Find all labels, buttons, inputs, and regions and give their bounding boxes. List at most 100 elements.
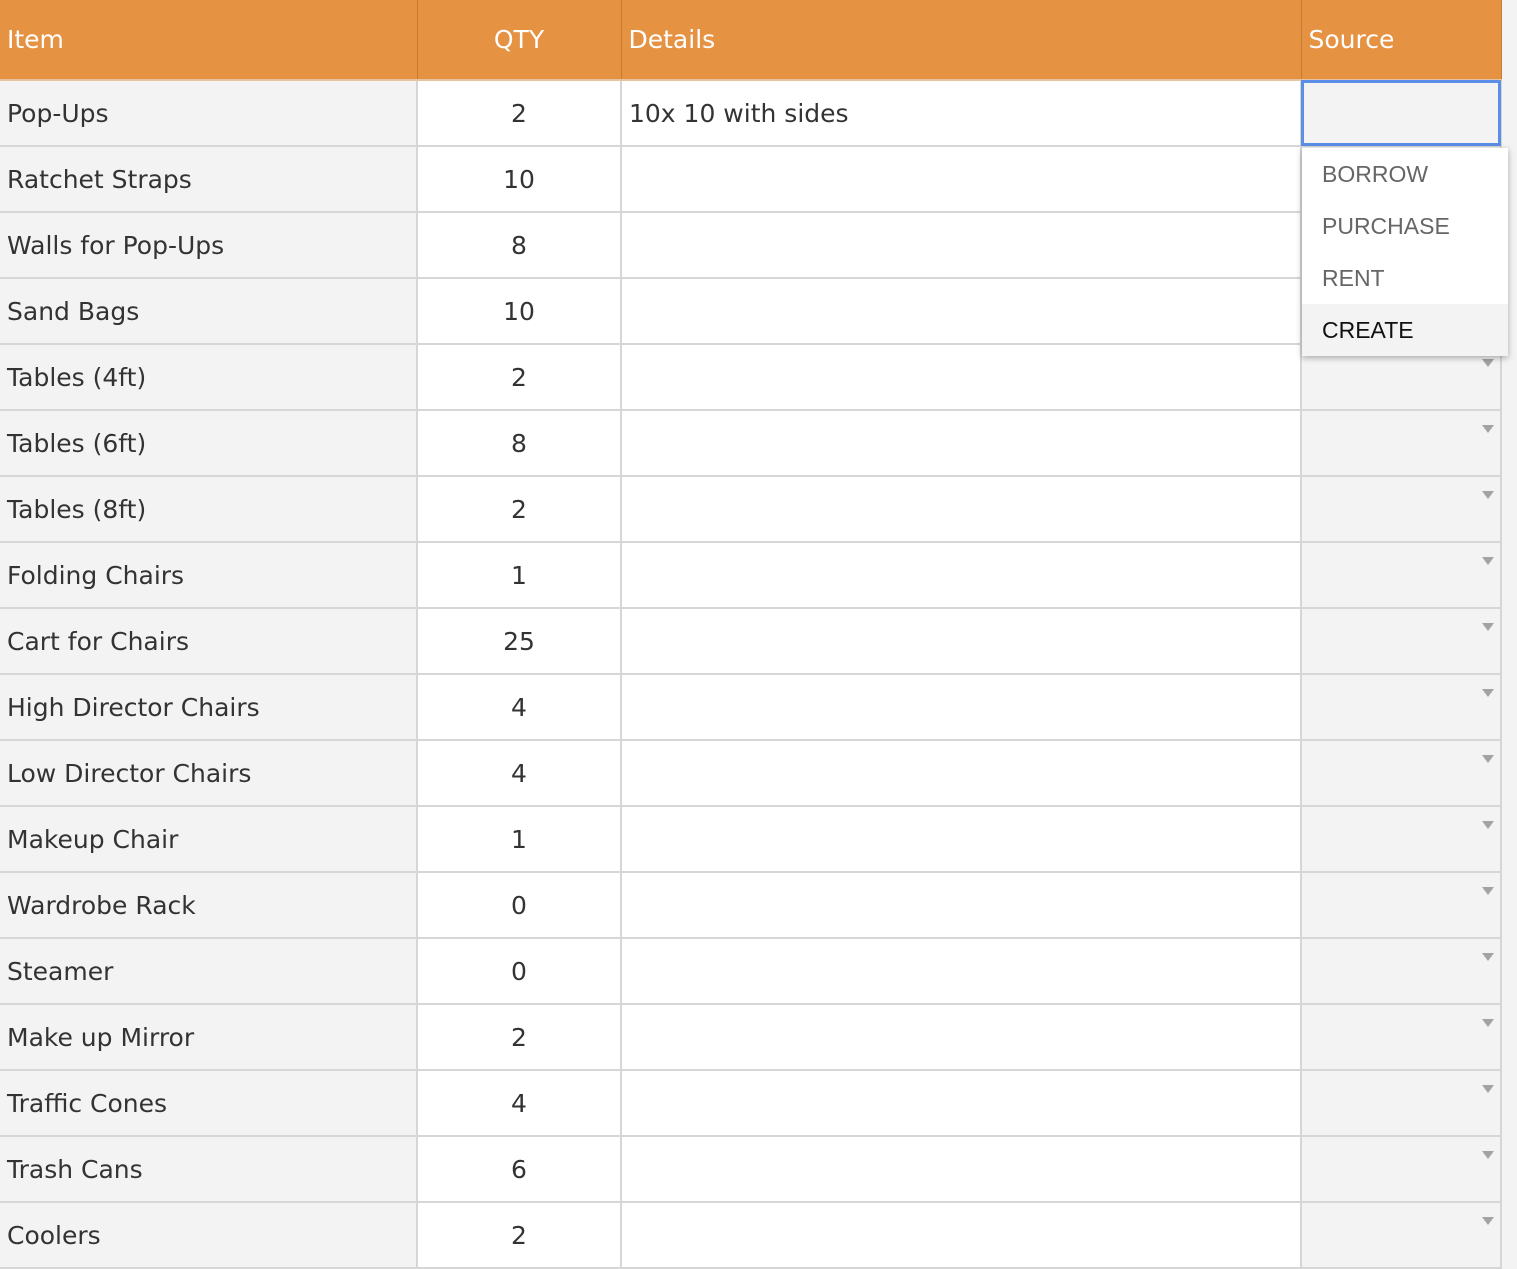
qty-cell[interactable]: 2: [417, 1202, 622, 1269]
qty-cell[interactable]: 4: [417, 1070, 622, 1137]
table-row: Wardrobe Rack 0: [0, 872, 1502, 939]
details-cell[interactable]: [621, 344, 1302, 411]
table-row: Traffic Cones 4: [0, 1070, 1502, 1137]
table-row: Steamer 0: [0, 938, 1502, 1005]
source-cell[interactable]: [1301, 1070, 1502, 1137]
table-row: Tables (8ft) 2: [0, 476, 1502, 543]
item-cell[interactable]: Sand Bags: [0, 278, 418, 345]
source-cell[interactable]: [1301, 1202, 1502, 1269]
dropdown-arrow-icon[interactable]: [1482, 623, 1494, 631]
dropdown-arrow-icon[interactable]: [1482, 1019, 1494, 1027]
dropdown-option-purchase[interactable]: PURCHASE: [1302, 200, 1508, 252]
dropdown-arrow-icon[interactable]: [1482, 1217, 1494, 1225]
dropdown-option-create[interactable]: CREATE: [1302, 304, 1508, 356]
details-cell[interactable]: [621, 1004, 1302, 1071]
column-header-source[interactable]: Source: [1301, 0, 1502, 81]
qty-cell[interactable]: 8: [417, 410, 622, 477]
item-cell[interactable]: Ratchet Straps: [0, 146, 418, 213]
qty-cell[interactable]: 0: [417, 938, 622, 1005]
qty-cell[interactable]: 2: [417, 476, 622, 543]
source-cell[interactable]: [1301, 938, 1502, 1005]
qty-cell[interactable]: 4: [417, 674, 622, 741]
details-cell[interactable]: [621, 476, 1302, 543]
item-cell[interactable]: Tables (6ft): [0, 410, 418, 477]
qty-cell[interactable]: 2: [417, 1004, 622, 1071]
item-cell[interactable]: Walls for Pop-Ups: [0, 212, 418, 279]
item-cell[interactable]: Steamer: [0, 938, 418, 1005]
details-cell[interactable]: [621, 1136, 1302, 1203]
table-row: Tables (4ft) 2: [0, 344, 1502, 411]
dropdown-option-borrow[interactable]: BORROW: [1302, 148, 1508, 200]
qty-cell[interactable]: 25: [417, 608, 622, 675]
source-cell[interactable]: [1301, 740, 1502, 807]
details-cell[interactable]: [621, 674, 1302, 741]
details-cell[interactable]: [621, 278, 1302, 345]
source-cell[interactable]: [1301, 1004, 1502, 1071]
item-cell[interactable]: Folding Chairs: [0, 542, 418, 609]
qty-cell[interactable]: 1: [417, 542, 622, 609]
details-cell[interactable]: 10x 10 with sides: [621, 80, 1302, 147]
details-cell[interactable]: [621, 608, 1302, 675]
source-cell[interactable]: [1301, 872, 1502, 939]
item-cell[interactable]: Wardrobe Rack: [0, 872, 418, 939]
item-cell[interactable]: Traffic Cones: [0, 1070, 418, 1137]
source-cell[interactable]: [1301, 608, 1502, 675]
item-cell[interactable]: Pop-Ups: [0, 80, 418, 147]
table-row: Cart for Chairs 25: [0, 608, 1502, 675]
column-header-item[interactable]: Item: [0, 0, 418, 81]
dropdown-arrow-icon[interactable]: [1482, 821, 1494, 829]
details-cell[interactable]: [621, 212, 1302, 279]
details-cell[interactable]: [621, 146, 1302, 213]
details-cell[interactable]: [621, 542, 1302, 609]
dropdown-arrow-icon[interactable]: [1482, 689, 1494, 697]
qty-cell[interactable]: 6: [417, 1136, 622, 1203]
qty-cell[interactable]: 10: [417, 278, 622, 345]
dropdown-arrow-icon[interactable]: [1482, 425, 1494, 433]
column-header-details[interactable]: Details: [621, 0, 1302, 81]
dropdown-arrow-icon[interactable]: [1482, 359, 1494, 367]
qty-cell[interactable]: 10: [417, 146, 622, 213]
table-row: Folding Chairs 1: [0, 542, 1502, 609]
details-cell[interactable]: [621, 806, 1302, 873]
source-cell[interactable]: [1301, 476, 1502, 543]
item-cell[interactable]: Make up Mirror: [0, 1004, 418, 1071]
item-cell[interactable]: Trash Cans: [0, 1136, 418, 1203]
details-cell[interactable]: [621, 938, 1302, 1005]
dropdown-arrow-icon[interactable]: [1482, 557, 1494, 565]
column-header-qty[interactable]: QTY: [417, 0, 622, 81]
details-cell[interactable]: [621, 872, 1302, 939]
item-cell[interactable]: Cart for Chairs: [0, 608, 418, 675]
table-row: Make up Mirror 2: [0, 1004, 1502, 1071]
source-cell[interactable]: [1301, 410, 1502, 477]
dropdown-arrow-icon[interactable]: [1482, 755, 1494, 763]
qty-cell[interactable]: 2: [417, 344, 622, 411]
details-cell[interactable]: [621, 1070, 1302, 1137]
source-cell[interactable]: [1301, 80, 1502, 147]
source-cell[interactable]: [1301, 1136, 1502, 1203]
item-cell[interactable]: Coolers: [0, 1202, 418, 1269]
qty-cell[interactable]: 1: [417, 806, 622, 873]
dropdown-arrow-icon[interactable]: [1482, 887, 1494, 895]
dropdown-arrow-icon[interactable]: [1482, 953, 1494, 961]
dropdown-arrow-icon[interactable]: [1482, 1151, 1494, 1159]
source-cell[interactable]: [1301, 542, 1502, 609]
source-cell[interactable]: [1301, 806, 1502, 873]
qty-cell[interactable]: 4: [417, 740, 622, 807]
table-row: Coolers 2: [0, 1202, 1502, 1269]
dropdown-arrow-icon[interactable]: [1482, 1085, 1494, 1093]
dropdown-option-rent[interactable]: RENT: [1302, 252, 1508, 304]
qty-cell[interactable]: 0: [417, 872, 622, 939]
dropdown-arrow-icon[interactable]: [1482, 491, 1494, 499]
details-cell[interactable]: [621, 740, 1302, 807]
details-cell[interactable]: [621, 1202, 1302, 1269]
item-cell[interactable]: Makeup Chair: [0, 806, 418, 873]
qty-cell[interactable]: 2: [417, 80, 622, 147]
source-cell[interactable]: [1301, 674, 1502, 741]
item-cell[interactable]: Tables (8ft): [0, 476, 418, 543]
item-cell[interactable]: High Director Chairs: [0, 674, 418, 741]
qty-cell[interactable]: 8: [417, 212, 622, 279]
item-cell[interactable]: Tables (4ft): [0, 344, 418, 411]
details-cell[interactable]: [621, 410, 1302, 477]
item-cell[interactable]: Low Director Chairs: [0, 740, 418, 807]
table-row: Ratchet Straps 10: [0, 146, 1502, 213]
